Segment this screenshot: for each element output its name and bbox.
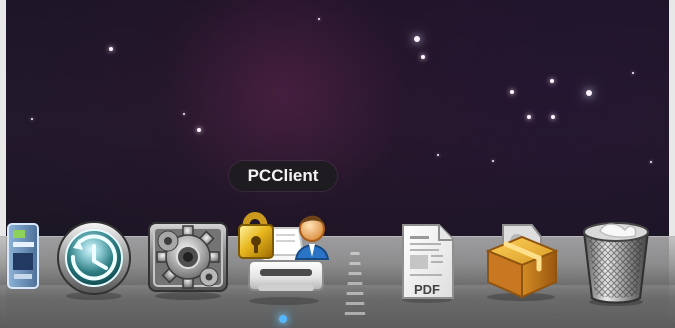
desktop-star [183,113,185,115]
desktop-screen: PCClient PDF [0,0,675,328]
desktop-star [632,72,634,74]
desktop-star [550,79,554,83]
package-installer-icon[interactable] [478,217,564,303]
desktop-star [109,47,113,51]
desktop-star [650,161,652,163]
desktop-star [510,90,514,94]
desktop-star [197,128,201,132]
desktop-star [527,115,531,119]
desktop-star [551,115,555,119]
desktop-star [421,55,425,59]
desktop-star [31,118,33,120]
system-preferences-icon[interactable] [145,221,231,300]
desktop-star [586,90,592,96]
trash-icon[interactable] [575,214,657,306]
pcclient-icon[interactable] [233,205,335,305]
pdf-document-icon[interactable]: PDF [390,222,464,304]
partial-app-icon[interactable] [4,223,40,294]
pdf-badge-label: PDF [414,282,440,297]
desktop-star [318,18,320,20]
desktop-star [492,160,494,162]
running-indicator-icon [279,315,287,323]
desktop-star [437,154,439,156]
desktop-star [414,36,420,42]
time-machine-icon[interactable] [53,219,135,301]
dock-tooltip: PCClient [229,161,337,191]
